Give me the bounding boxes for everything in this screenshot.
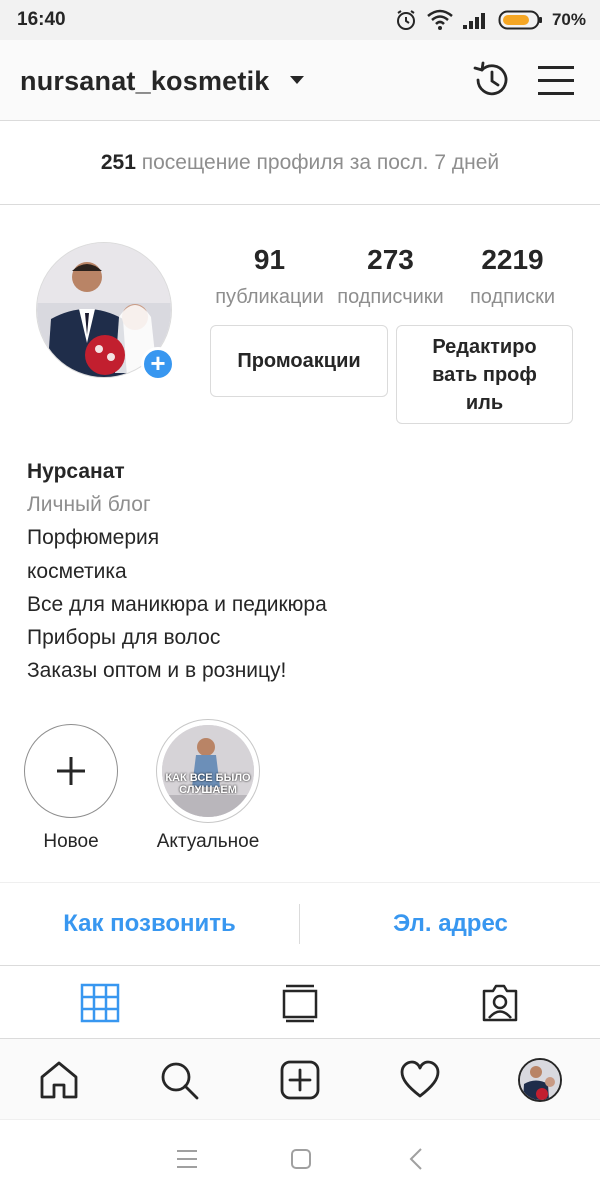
bio-line: косметика (27, 559, 127, 583)
following-stat[interactable]: 2219 подписки (450, 243, 575, 317)
add-post-icon[interactable] (279, 1059, 321, 1101)
new-highlight-circle (24, 724, 118, 818)
visits-count: 251 (100, 151, 136, 174)
story-cover-image (162, 725, 254, 817)
signal-icon (462, 13, 485, 29)
profile-avatar[interactable] (518, 1058, 562, 1102)
bottom-navigation (0, 1039, 600, 1120)
home-icon[interactable] (38, 1059, 80, 1101)
call-button[interactable]: Как позвонить (0, 883, 299, 965)
system-navigation (0, 1120, 600, 1198)
status-icons: 70% (394, 7, 586, 33)
back-icon[interactable] (407, 1147, 425, 1171)
status-time: 16:40 (17, 9, 66, 30)
search-icon[interactable] (158, 1059, 200, 1101)
bio-line: Все для маникюра и педикюра (27, 592, 327, 616)
menu-icon[interactable] (536, 62, 576, 98)
profile-tabs (0, 965, 600, 1039)
contact-divider (299, 904, 300, 944)
status-bar: 16:40 70% (0, 0, 600, 40)
following-label: подписки (469, 286, 556, 308)
history-icon[interactable] (470, 58, 514, 102)
profile-avatar-image (520, 1060, 560, 1100)
plus-icon (57, 757, 85, 785)
story-highlight-cover: КАК ВСЕ БЫЛО СЛУШАЕМ (162, 725, 254, 817)
story-cover-text: КАК ВСЕ БЫЛО СЛУШАЕМ (165, 772, 251, 796)
bio-line: Приборы для волос (27, 626, 221, 650)
profile-header: nursanat_kosmetik (0, 40, 600, 121)
story-highlight-ring: КАК ВСЕ БЫЛО СЛУШАЕМ (156, 719, 260, 823)
alarm-icon (396, 10, 415, 30)
profile-bio: Нурсанат Личный блог Порфюмерия косметик… (27, 455, 587, 687)
add-story-button[interactable]: + (141, 347, 175, 381)
grid-icon[interactable] (80, 983, 120, 1023)
bio-line: Порфюмерия (27, 526, 160, 550)
highlight-label: Новое (43, 831, 99, 852)
wifi-icon (427, 9, 453, 30)
promote-button[interactable]: Промоакции (210, 325, 388, 397)
bio-line: Заказы оптом и в розницу! (27, 659, 287, 683)
recents-icon[interactable] (176, 1149, 198, 1169)
posts-label: публикации (215, 286, 324, 308)
contact-buttons-bar: Как позвонить Эл. адрес (0, 882, 600, 966)
visits-text: посещение профиля за посл. 7 дней (141, 151, 500, 174)
battery-icon (498, 10, 542, 30)
email-button[interactable]: Эл. адрес (301, 883, 600, 965)
highlight-new[interactable]: Новое (0, 724, 146, 853)
highlight-label: Актуальное (156, 831, 260, 852)
followers-count: 273 (367, 244, 414, 275)
followers-label: подписчики (337, 286, 444, 308)
profile-category: Личный блог (27, 493, 151, 517)
feed-icon[interactable] (280, 983, 320, 1023)
posts-stat[interactable]: 91 публикации (207, 243, 332, 317)
edit-profile-button[interactable]: Редактировать профиль (396, 325, 573, 424)
following-count: 2219 (481, 244, 544, 275)
account-username[interactable]: nursanat_kosmetik (20, 66, 270, 97)
home-square-icon[interactable] (290, 1148, 312, 1170)
profile-name: Нурсанат (27, 460, 125, 483)
chevron-down-icon[interactable] (290, 76, 304, 84)
followers-stat[interactable]: 273 подписчики (328, 243, 453, 317)
tagged-icon[interactable] (480, 983, 520, 1023)
posts-count: 91 (253, 244, 286, 275)
battery-percent: 70% (551, 10, 586, 29)
highlight-story[interactable]: КАК ВСЕ БЫЛО СЛУШАЕМ Актуальное (133, 719, 283, 853)
heart-icon[interactable] (399, 1059, 441, 1101)
profile-visits-insight[interactable]: 251 посещение профиля за посл. 7 дней (0, 121, 600, 205)
